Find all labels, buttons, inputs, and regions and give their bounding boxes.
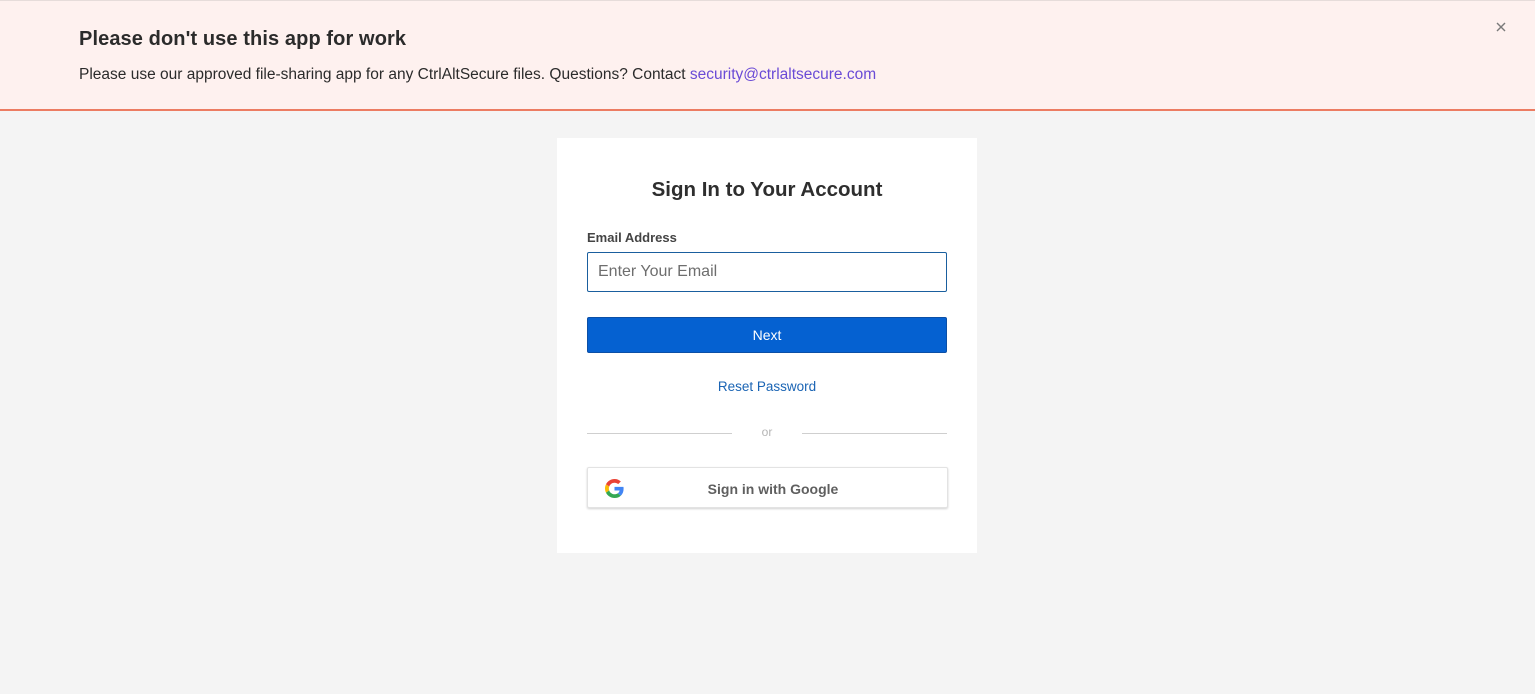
google-signin-label: Sign in with Google	[707, 481, 839, 497]
signin-card: Sign In to Your Account Email Address Ne…	[557, 138, 977, 553]
next-button[interactable]: Next	[587, 317, 947, 353]
divider-or-text: or	[761, 425, 773, 439]
banner-title: Please don't use this app for work	[79, 28, 407, 50]
banner-message-text: Please use our approved file-sharing app…	[79, 66, 690, 83]
email-field[interactable]	[587, 252, 947, 292]
banner-message: Please use our approved file-sharing app…	[79, 66, 876, 84]
security-email-link[interactable]: security@ctrlaltsecure.com	[690, 66, 876, 83]
page-title: Sign In to Your Account	[651, 178, 883, 201]
divider-right	[802, 433, 947, 434]
banner-close-button[interactable]	[1490, 16, 1512, 38]
email-label: Email Address	[587, 230, 677, 245]
google-signin-button[interactable]: Sign in with Google	[587, 467, 948, 508]
close-icon	[1496, 22, 1506, 32]
reset-password-link[interactable]: Reset Password	[557, 379, 977, 394]
warning-banner: Please don't use this app for work Pleas…	[0, 0, 1535, 111]
